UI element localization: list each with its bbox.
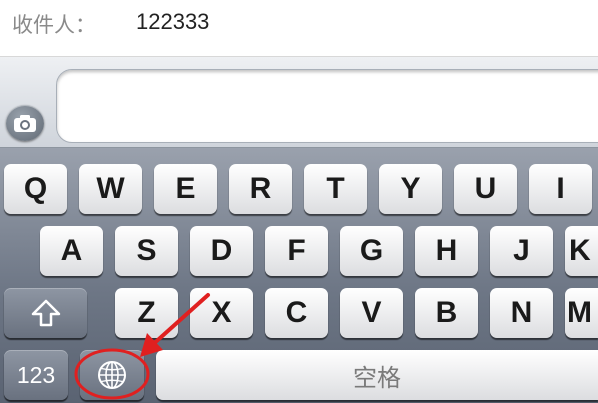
- key-u[interactable]: U: [454, 164, 517, 214]
- key-n[interactable]: N: [490, 288, 553, 338]
- recipient-header: 收件人： 122333: [0, 0, 598, 57]
- globe-icon: [98, 361, 126, 389]
- compose-bar: [0, 57, 598, 148]
- key-v[interactable]: V: [340, 288, 403, 338]
- key-d[interactable]: D: [190, 226, 253, 276]
- globe-key[interactable]: [80, 350, 144, 400]
- key-b[interactable]: B: [415, 288, 478, 338]
- key-c[interactable]: C: [265, 288, 328, 338]
- key-e[interactable]: E: [154, 164, 217, 214]
- numbers-key[interactable]: 123: [4, 350, 68, 400]
- recipient-label: 收件人：: [12, 13, 96, 37]
- key-y[interactable]: Y: [379, 164, 442, 214]
- key-j[interactable]: J: [490, 226, 553, 276]
- message-input[interactable]: [56, 69, 598, 143]
- space-key[interactable]: 空格: [156, 350, 598, 400]
- key-g[interactable]: G: [340, 226, 403, 276]
- camera-button[interactable]: [6, 105, 44, 141]
- key-h[interactable]: H: [415, 226, 478, 276]
- camera-icon: [14, 115, 36, 132]
- key-k[interactable]: K: [565, 226, 598, 276]
- recipient-value[interactable]: 122333: [136, 9, 209, 35]
- key-f[interactable]: F: [265, 226, 328, 276]
- key-z[interactable]: Z: [115, 288, 178, 338]
- shift-key[interactable]: [4, 288, 87, 338]
- key-s[interactable]: S: [115, 226, 178, 276]
- key-r[interactable]: R: [229, 164, 292, 214]
- key-m[interactable]: M: [565, 288, 598, 338]
- key-i[interactable]: I: [529, 164, 592, 214]
- key-x[interactable]: X: [190, 288, 253, 338]
- key-q[interactable]: Q: [4, 164, 67, 214]
- key-a[interactable]: A: [40, 226, 103, 276]
- key-t[interactable]: T: [304, 164, 367, 214]
- key-w[interactable]: W: [79, 164, 142, 214]
- shift-arrow-icon: [31, 299, 60, 327]
- keyboard: Q W E R T Y U I A S D F G H J K Z X C V …: [0, 148, 598, 403]
